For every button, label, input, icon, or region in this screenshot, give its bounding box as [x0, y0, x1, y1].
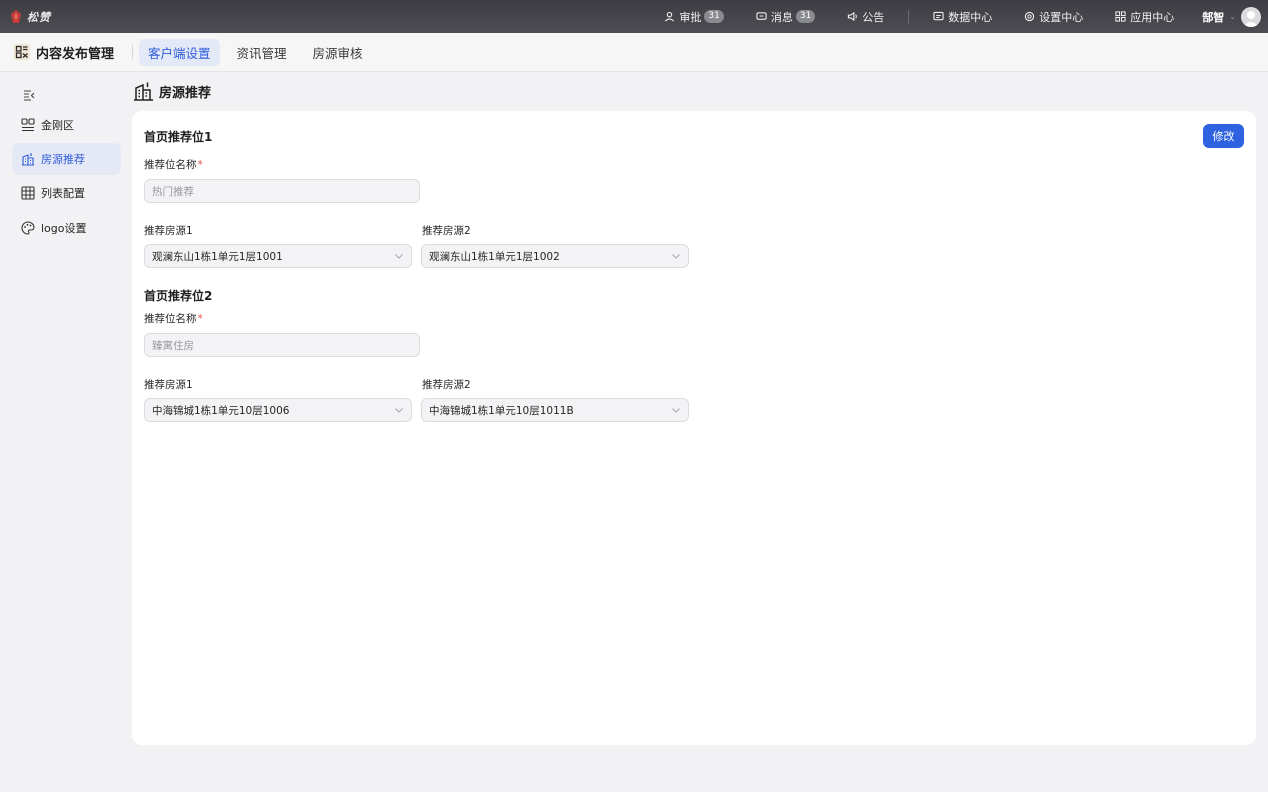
settings-center-link[interactable]: 设置中心	[1024, 9, 1083, 25]
monitor-icon	[933, 11, 944, 21]
notice-link[interactable]: 公告	[847, 9, 884, 25]
required-mark: *	[197, 159, 203, 171]
sidebar-item-label: 金刚区	[41, 119, 74, 132]
brand[interactable]: 松赞	[0, 9, 51, 25]
table-icon	[21, 186, 35, 200]
slot1-house2-select[interactable]: 观澜东山1栋1单元1层1002	[421, 244, 689, 268]
slot1-house2-value: 观澜东山1栋1单元1层1002	[429, 250, 560, 263]
approval-link[interactable]: 审批 31	[664, 9, 724, 25]
tab-client-settings[interactable]: 客户端设置	[139, 38, 220, 66]
slot2-name-label-text: 推荐位名称	[144, 313, 197, 325]
approval-count-badge: 31	[704, 10, 724, 23]
page-title: 房源推荐	[159, 85, 212, 101]
brand-logo-icon	[10, 9, 22, 24]
page-header: 房源推荐	[133, 80, 211, 102]
slot1-name-label-text: 推荐位名称	[144, 159, 197, 171]
messages-label: 消息	[770, 10, 793, 24]
approval-label: 审批	[679, 10, 702, 24]
sidebar-item-house-recommend[interactable]: 房源推荐	[12, 143, 121, 175]
chevron-down-icon	[395, 254, 403, 259]
message-icon	[756, 12, 767, 20]
user-name: 郜智	[1202, 10, 1225, 24]
slot2-house2-value: 中海锦城1栋1单元10层1011B	[429, 404, 574, 417]
slot1-house1-select[interactable]: 观澜东山1栋1单元1层1001	[144, 244, 412, 268]
chevron-down-icon	[672, 408, 680, 413]
messages-count-badge: 31	[795, 10, 816, 23]
building-icon	[22, 153, 34, 166]
slot2-house1-select[interactable]: 中海锦城1栋1单元10层1006	[144, 398, 412, 422]
module-name: 内容发布管理	[36, 46, 115, 62]
slot1-house1-value: 观澜东山1栋1单元1层1001	[152, 250, 283, 263]
sidebar-item-logo-settings[interactable]: logo设置	[12, 212, 121, 244]
chevron-down-icon: ⌄	[1229, 12, 1236, 21]
chevron-down-icon	[672, 254, 680, 259]
section-title-slot1: 首页推荐位1	[144, 130, 213, 144]
slot2-name-label: 推荐位名称*	[144, 311, 203, 326]
data-center-link[interactable]: 数据中心	[933, 9, 992, 25]
avatar[interactable]	[1241, 6, 1261, 27]
slot2-house1-value: 中海锦城1栋1单元10层1006	[152, 404, 290, 417]
sidebar: 金刚区 房源推荐 列表配置 logo设置	[0, 72, 131, 792]
chevron-down-icon	[395, 408, 403, 413]
top-divider	[908, 9, 910, 24]
module-icon	[14, 44, 30, 60]
app-center-label: 应用中心	[1130, 10, 1175, 24]
slot1-house2-label: 推荐房源2	[422, 225, 471, 237]
slot1-name-input[interactable]	[144, 179, 420, 203]
notice-label: 公告	[862, 10, 885, 24]
slot2-house2-select[interactable]: 中海锦城1栋1单元10层1011B	[421, 398, 689, 422]
grid-icon	[21, 118, 35, 132]
module-bar: 内容发布管理 客户端设置 资讯管理 房源审核	[0, 33, 1268, 72]
top-bar: 松赞 审批 31 消息 31 公告 数据中心 设置中心 应用中心 郜智 ⌄	[0, 0, 1268, 33]
module-title: 内容发布管理	[0, 43, 114, 62]
sidebar-item-diamond-zone[interactable]: 金刚区	[12, 109, 121, 141]
slot2-house2-label: 推荐房源2	[422, 379, 471, 391]
tab-news-management[interactable]: 资讯管理	[228, 39, 296, 66]
app-center-link[interactable]: 应用中心	[1115, 9, 1174, 25]
speaker-icon	[848, 11, 858, 22]
edit-button[interactable]: 修改	[1203, 124, 1244, 148]
user-icon	[665, 11, 675, 22]
module-divider	[132, 45, 134, 59]
palette-icon	[21, 221, 35, 235]
brand-name: 松赞	[27, 10, 51, 24]
building-icon	[134, 82, 153, 101]
apps-icon	[1115, 11, 1126, 22]
gear-icon	[1025, 11, 1035, 22]
tab-house-review[interactable]: 房源审核	[304, 39, 372, 66]
slot2-house1-label: 推荐房源1	[144, 379, 193, 391]
slot1-house1-label: 推荐房源1	[144, 225, 193, 237]
sidebar-item-list-config[interactable]: 列表配置	[12, 177, 121, 209]
slot2-name-input[interactable]	[144, 333, 420, 357]
settings-center-label: 设置中心	[1039, 10, 1084, 24]
sidebar-item-label: 房源推荐	[41, 153, 85, 166]
content-card: 修改 首页推荐位1 推荐位名称* 推荐房源1 观澜东山1栋1单元1层1001 推…	[132, 111, 1256, 745]
section-title-slot2: 首页推荐位2	[144, 289, 213, 303]
user-menu[interactable]: 郜智 ⌄	[1202, 6, 1268, 27]
collapse-menu-icon[interactable]	[23, 89, 35, 101]
sidebar-item-label: logo设置	[41, 222, 87, 235]
sidebar-item-label: 列表配置	[41, 187, 85, 200]
messages-link[interactable]: 消息 31	[756, 9, 816, 25]
data-center-label: 数据中心	[948, 10, 993, 24]
slot1-name-label: 推荐位名称*	[144, 157, 203, 172]
required-mark: *	[197, 313, 203, 325]
